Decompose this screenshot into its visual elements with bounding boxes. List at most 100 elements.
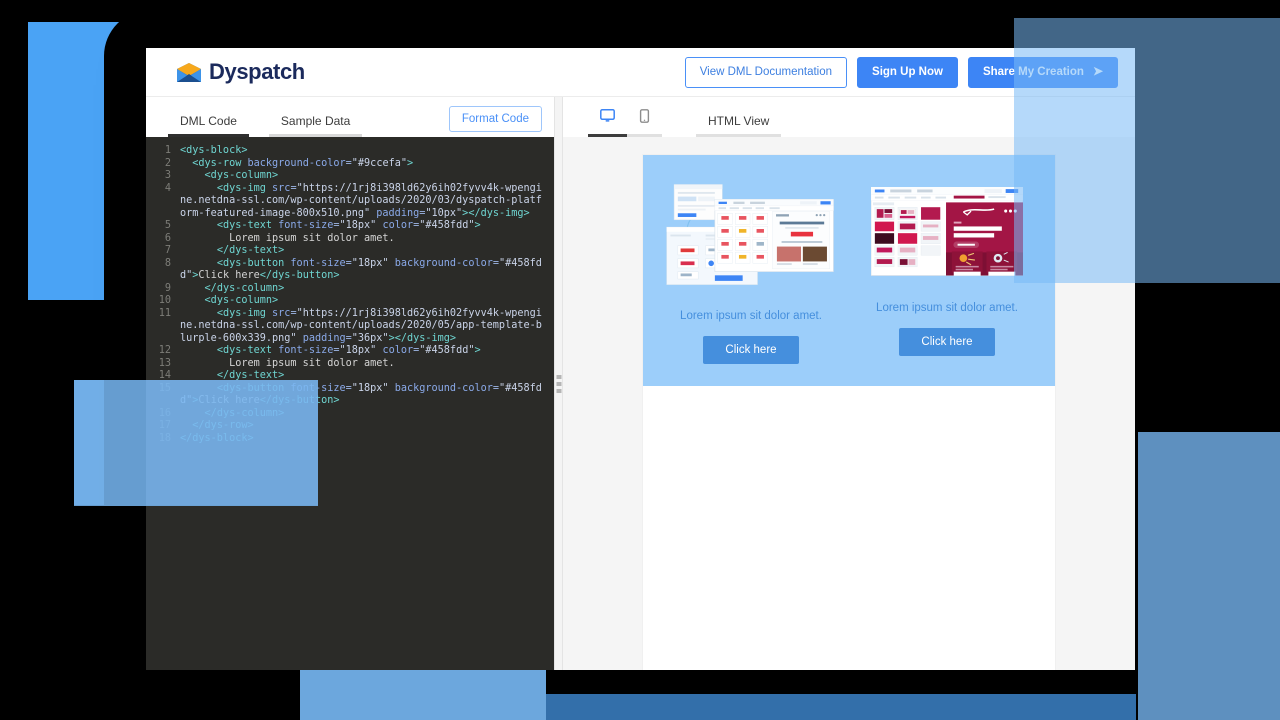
- brand-name: Dyspatch: [209, 59, 305, 85]
- view-dml-documentation-label: View DML Documentation: [700, 66, 832, 78]
- code-line: 5 <dys-text font-size="18px" color="#458…: [146, 220, 554, 233]
- line-number: 15: [146, 383, 180, 396]
- tab-html-view-label: HTML View: [708, 114, 769, 128]
- code-text: <dys-row background-color="#9ccefa">: [180, 158, 554, 171]
- code-text: <dys-text font-size="18px" color="#458fd…: [180, 345, 554, 358]
- code-text: <dys-button font-size="18px" background-…: [180, 383, 554, 408]
- code-line: 9 </dys-column>: [146, 283, 554, 296]
- preview-scroll-region[interactable]: Lorem ipsum sit dolor amet. Click here: [563, 137, 1135, 670]
- editor-tabbar: DML Code Sample Data Format Code: [146, 97, 554, 137]
- preview-pane: HTML View: [563, 97, 1135, 670]
- tab-underline: [696, 134, 781, 137]
- code-text: Lorem ipsum sit dolor amet.: [180, 233, 554, 246]
- line-number: 3: [146, 170, 180, 183]
- code-line: 7 </dys-text>: [146, 245, 554, 258]
- share-my-creation-label: Share My Creation: [983, 66, 1084, 78]
- format-code-button[interactable]: Format Code: [449, 106, 542, 132]
- tab-dml-code-label: DML Code: [180, 114, 237, 128]
- code-text: </dys-row>: [180, 420, 554, 433]
- line-number: 11: [146, 308, 180, 321]
- code-line: 10 <dys-column>: [146, 295, 554, 308]
- code-line: 14 </dys-text>: [146, 370, 554, 383]
- code-text: </dys-column>: [180, 283, 554, 296]
- code-text: <dys-block>: [180, 145, 554, 158]
- decor-square-bottom-right: [1138, 432, 1280, 720]
- code-line: 16 </dys-column>: [146, 408, 554, 421]
- email-hero-row: Lorem ipsum sit dolor amet. Click here: [643, 155, 1055, 386]
- envelope-logo-icon: [176, 62, 202, 83]
- email-cta-button-1[interactable]: Click here: [703, 336, 798, 364]
- share-my-creation-button[interactable]: Share My Creation ➤: [968, 57, 1118, 88]
- email-cta-label-2: Click here: [921, 336, 972, 348]
- code-line: 1<dys-block>: [146, 145, 554, 158]
- tab-sample-data-label: Sample Data: [281, 114, 350, 128]
- code-line: 4 <dys-img src="https://1rj8i398ld62y6ih…: [146, 183, 554, 221]
- code-line: 17 </dys-row>: [146, 420, 554, 433]
- workspace: DML Code Sample Data Format Code 1<dys-b…: [146, 97, 1135, 670]
- view-dml-documentation-button[interactable]: View DML Documentation: [685, 57, 847, 88]
- tab-dml-code[interactable]: DML Code: [176, 114, 241, 137]
- code-text: <dys-img src="https://1rj8i398ld62y6ih02…: [180, 183, 554, 221]
- code-line: 6 Lorem ipsum sit dolor amet.: [146, 233, 554, 246]
- tab-desktop-preview[interactable]: [595, 109, 620, 137]
- send-icon: ➤: [1093, 65, 1103, 77]
- line-number: 14: [146, 370, 180, 383]
- code-line: 15 <dys-button font-size="18px" backgrou…: [146, 383, 554, 408]
- brand-logo: Dyspatch: [176, 59, 305, 85]
- line-number: 13: [146, 358, 180, 371]
- dyspatch-editor-window: Dyspatch View DML Documentation Sign Up …: [146, 48, 1135, 670]
- code-text: </dys-text>: [180, 245, 554, 258]
- line-number: 6: [146, 233, 180, 246]
- line-number: 18: [146, 433, 180, 446]
- code-text: <dys-column>: [180, 170, 554, 183]
- email-caption-1: Lorem ipsum sit dolor amet.: [680, 310, 822, 322]
- splitter-grip-icon: [556, 375, 561, 393]
- email-cta-button-2[interactable]: Click here: [899, 328, 994, 356]
- line-number: 9: [146, 283, 180, 296]
- code-text: Lorem ipsum sit dolor amet.: [180, 358, 554, 371]
- code-text: </dys-text>: [180, 370, 554, 383]
- code-text-area[interactable]: 1<dys-block>2 <dys-row background-color=…: [146, 137, 554, 670]
- code-line: 3 <dys-column>: [146, 170, 554, 183]
- format-code-label: Format Code: [462, 113, 529, 125]
- code-text: <dys-button font-size="18px" background-…: [180, 258, 554, 283]
- email-columns: Lorem ipsum sit dolor amet. Click here: [653, 169, 1045, 364]
- desktop-monitor-icon: [600, 109, 615, 128]
- email-column-1: Lorem ipsum sit dolor amet. Click here: [653, 169, 849, 364]
- line-number: 2: [146, 158, 180, 171]
- header-actions: View DML Documentation Sign Up Now Share…: [685, 57, 1118, 88]
- line-number: 10: [146, 295, 180, 308]
- line-number: 1: [146, 145, 180, 158]
- mobile-phone-icon: [639, 109, 650, 128]
- code-line: 12 <dys-text font-size="18px" color="#45…: [146, 345, 554, 358]
- code-line: 2 <dys-row background-color="#9ccefa">: [146, 158, 554, 171]
- tab-sample-data[interactable]: Sample Data: [277, 114, 354, 137]
- email-body-empty: [643, 386, 1055, 638]
- sign-up-now-button[interactable]: Sign Up Now: [857, 57, 958, 88]
- email-cta-label-1: Click here: [725, 344, 776, 356]
- sign-up-now-label: Sign Up Now: [872, 66, 943, 78]
- tab-html-view[interactable]: HTML View: [703, 114, 774, 137]
- code-text: </dys-block>: [180, 433, 554, 446]
- page-root: Dyspatch View DML Documentation Sign Up …: [0, 0, 1280, 720]
- code-text: <dys-text font-size="18px" color="#458fd…: [180, 220, 554, 233]
- email-column-2: Lorem ipsum sit dolor amet. Click here: [849, 169, 1045, 364]
- pane-splitter[interactable]: [554, 97, 563, 670]
- decor-square-bottom-strip: [546, 694, 1136, 720]
- tab-mobile-preview[interactable]: [634, 109, 655, 137]
- line-number: 8: [146, 258, 180, 271]
- code-editor-pane: DML Code Sample Data Format Code 1<dys-b…: [146, 97, 554, 670]
- email-image-2-wrap: [849, 169, 1045, 294]
- app-header: Dyspatch View DML Documentation Sign Up …: [146, 48, 1135, 97]
- code-text: <dys-img src="https://1rj8i398ld62y6ih02…: [180, 308, 554, 346]
- code-line: 8 <dys-button font-size="18px" backgroun…: [146, 258, 554, 283]
- preview-tabbar: HTML View: [563, 97, 1135, 137]
- email-image-1-wrap: [653, 169, 849, 302]
- email-caption-2: Lorem ipsum sit dolor amet.: [876, 302, 1018, 314]
- line-number: 16: [146, 408, 180, 421]
- code-lines: 1<dys-block>2 <dys-row background-color=…: [146, 145, 554, 445]
- code-line: 18</dys-block>: [146, 433, 554, 446]
- line-number: 5: [146, 220, 180, 233]
- code-text: </dys-column>: [180, 408, 554, 421]
- line-number: 7: [146, 245, 180, 258]
